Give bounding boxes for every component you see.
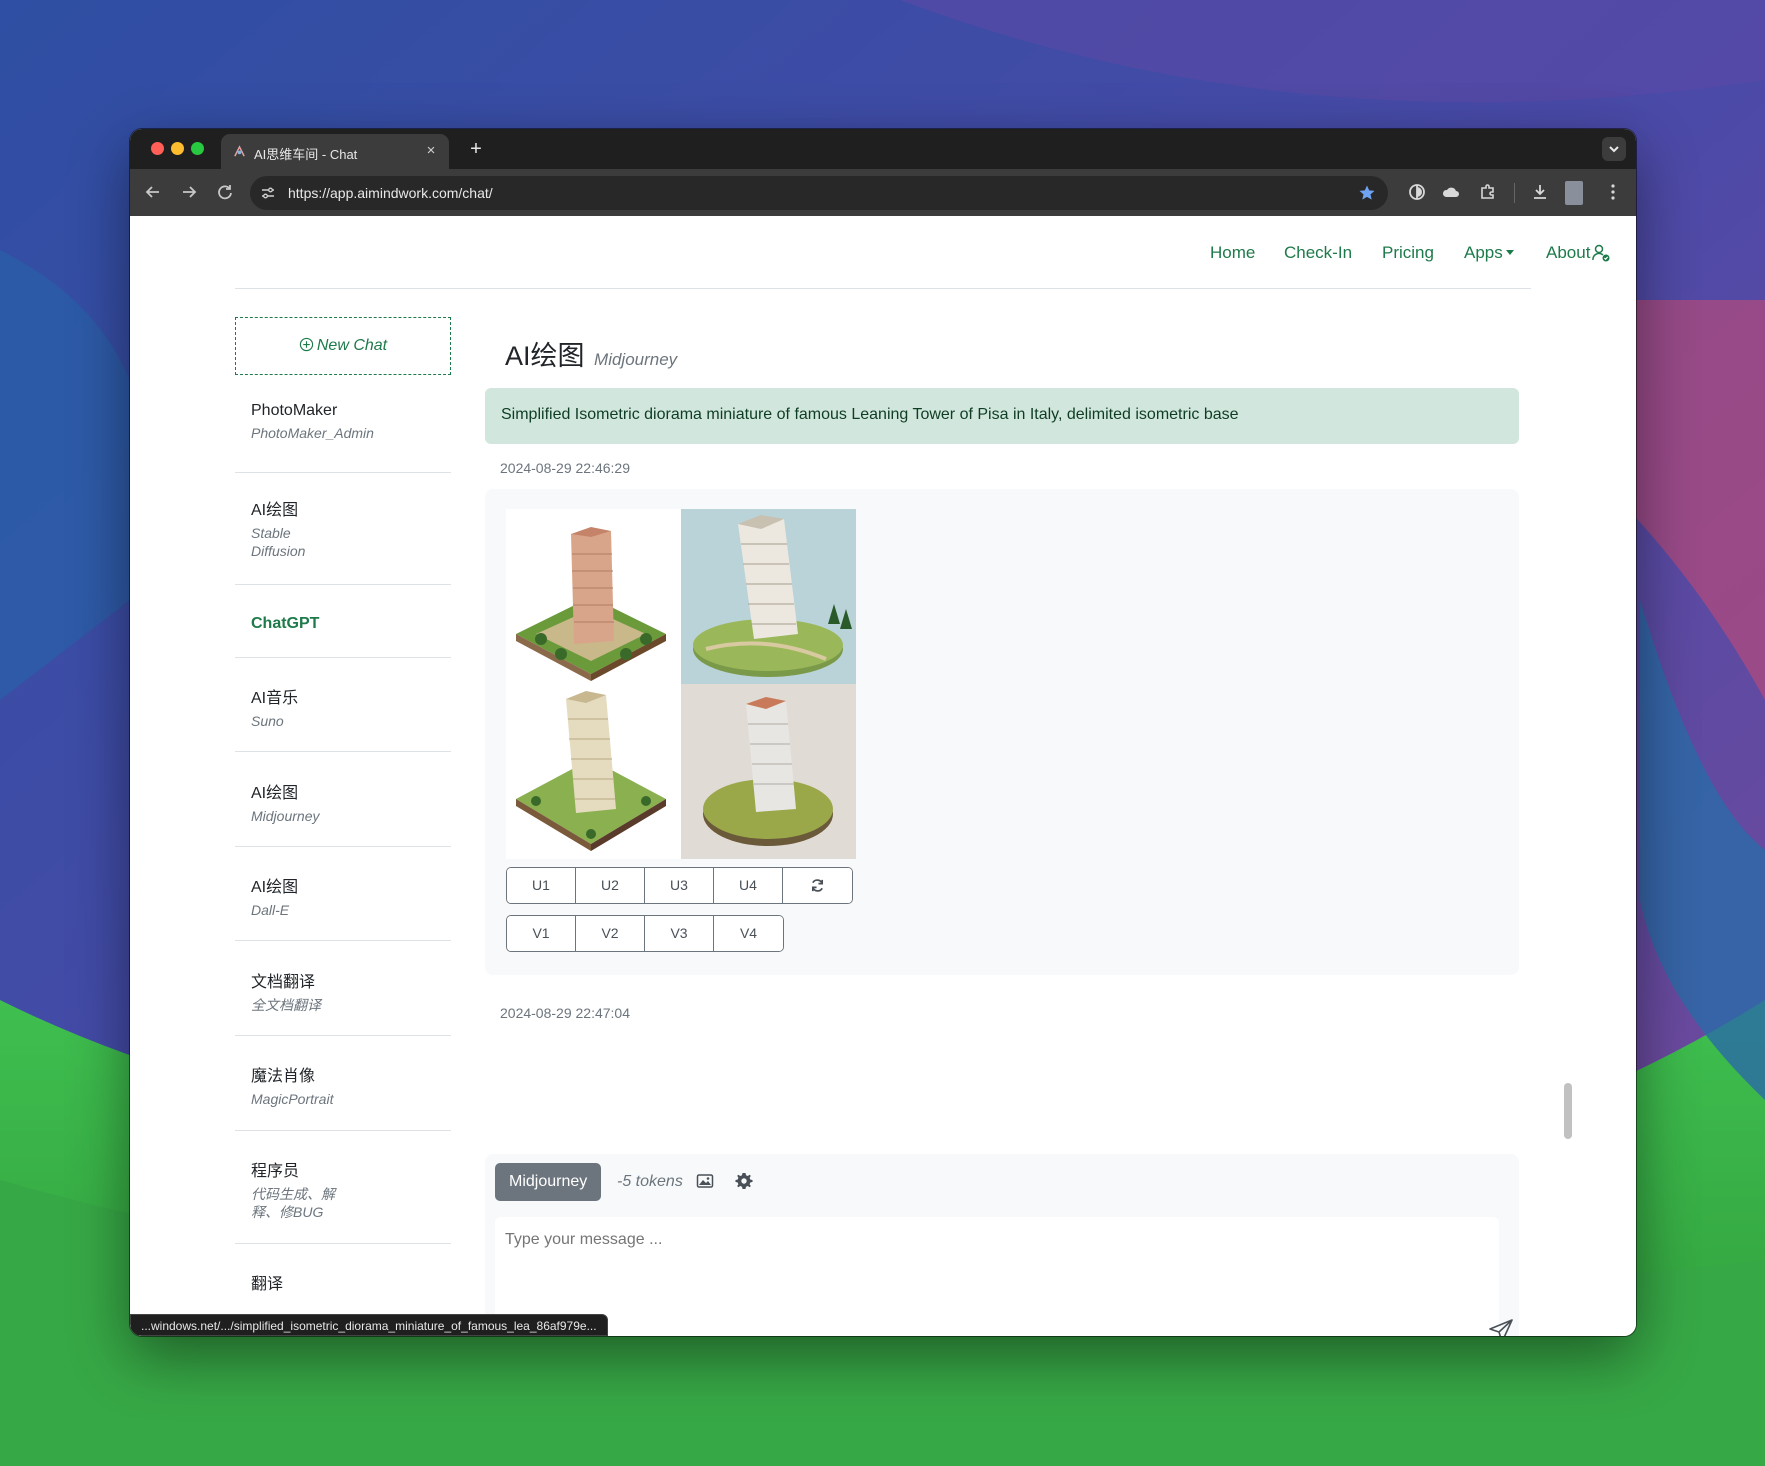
minimize-window-button[interactable] (171, 142, 184, 155)
upscale-u3-button[interactable]: U3 (645, 868, 714, 903)
sidebar-item-stable-diffusion[interactable]: AI绘图 Stable Diffusion (235, 496, 451, 585)
message-input[interactable] (495, 1217, 1499, 1336)
caret-down-icon (1505, 250, 1514, 255)
sidebar-item-subtitle: 代码生成、解释、修BUG (251, 1186, 335, 1220)
send-paper-plane-icon[interactable] (1487, 1317, 1515, 1336)
bookmark-star-icon[interactable] (1358, 184, 1376, 202)
site-settings-icon[interactable] (260, 185, 276, 201)
download-icon[interactable] (1530, 182, 1550, 202)
tab-title: AI思维车间 - Chat (254, 147, 358, 162)
maximize-window-button[interactable] (191, 142, 204, 155)
browser-toolbar: https://app.aimindwork.com/chat/ (130, 169, 1636, 216)
sidebar-item-title: 魔法肖像 (251, 1068, 316, 1085)
new-chat-label: New Chat (316, 337, 388, 354)
user-check-icon[interactable] (1591, 243, 1611, 263)
profile-avatar[interactable] (1565, 181, 1583, 205)
variation-v2-button[interactable]: V2 (576, 916, 645, 951)
nav-apps-dropdown[interactable]: Apps (1464, 243, 1514, 263)
sidebar-item-title: AI绘图 (251, 879, 299, 896)
page-subtitle: Midjourney (594, 350, 678, 369)
sidebar-item-dalle[interactable]: AI绘图 Dall-E (235, 873, 451, 941)
web-page: Home Check-In Pricing Apps About New Cha… (130, 216, 1636, 1336)
forward-arrow-icon[interactable] (178, 181, 200, 203)
back-arrow-icon[interactable] (142, 181, 164, 203)
bot-message-timestamp: 2024-08-29 22:47:04 (500, 1005, 630, 1021)
nav-apps-label: Apps (1464, 243, 1503, 262)
sidebar-item-subtitle: Dall-E (251, 902, 290, 918)
variation-v3-button[interactable]: V3 (645, 916, 714, 951)
variation-v4-button[interactable]: V4 (714, 916, 783, 951)
sidebar-item-subtitle: 全文档翻译 (251, 997, 321, 1013)
site-favicon-icon (234, 145, 245, 157)
chevron-down-icon (1609, 146, 1619, 153)
top-navbar: Home Check-In Pricing Apps About (235, 216, 1610, 289)
sidebar-item-title: PhotoMaker (251, 402, 338, 419)
nav-home-link[interactable]: Home (1210, 243, 1255, 263)
sidebar-item-subtitle: MagicPortrait (251, 1091, 334, 1107)
extensions-puzzle-icon[interactable] (1478, 182, 1498, 202)
sidebar-item-title: 文档翻译 (251, 974, 316, 991)
plus-circle-icon (299, 337, 314, 352)
sidebar-item-subtitle: Suno (251, 713, 284, 729)
nav-about-link[interactable]: About (1546, 243, 1590, 263)
sidebar-item-title: AI绘图 (251, 502, 299, 519)
reroll-button[interactable] (783, 868, 852, 903)
tab-close-icon[interactable]: × (421, 141, 441, 161)
browser-window: AI思维车间 - Chat × + https://app.aimindwork… (130, 129, 1636, 1336)
refresh-icon (811, 879, 824, 892)
sidebar-item-programmer[interactable]: 程序员 代码生成、解释、修BUG (235, 1157, 451, 1244)
token-cost-label: -5 tokens (617, 1173, 683, 1190)
chat-main: AI绘图 Midjourney Simplified Isometric dio… (485, 317, 1572, 1336)
sidebar-item-midjourney[interactable]: AI绘图 Midjourney (235, 779, 451, 847)
user-message-bubble: Simplified Isometric diorama miniature o… (485, 388, 1519, 444)
user-message-timestamp: 2024-08-29 22:46:29 (500, 460, 630, 476)
bot-message-bubble: U1 U2 U3 U4 V1 V2 V3 V4 (485, 489, 1519, 975)
upscale-button-group: U1 U2 U3 U4 (506, 867, 853, 904)
toolbar-divider (1514, 183, 1515, 203)
nav-pricing-link[interactable]: Pricing (1382, 243, 1434, 263)
sidebar-item-chatgpt[interactable]: ChatGPT (235, 615, 451, 658)
url-text: https://app.aimindwork.com/chat/ (288, 185, 493, 201)
upscale-u4-button[interactable]: U4 (714, 868, 783, 903)
nav-checkin-link[interactable]: Check-In (1284, 243, 1352, 263)
sidebar-item-title: 程序员 (251, 1163, 300, 1180)
sidebar-item-suno[interactable]: AI音乐 Suno (235, 684, 451, 752)
extension-translate-icon[interactable] (1407, 182, 1427, 202)
model-select-button[interactable]: Midjourney (495, 1163, 602, 1201)
page-title: AI绘图 Midjourney (505, 334, 677, 373)
tab-search-button[interactable] (1602, 137, 1626, 161)
link-status-bar: ...windows.net/.../simplified_isometric_… (130, 1314, 608, 1336)
chat-scrollbar-thumb[interactable] (1564, 1083, 1572, 1139)
sidebar-item-title: ChatGPT (251, 615, 320, 632)
sidebar-item-photomaker[interactable]: PhotoMaker PhotoMaker_Admin (235, 402, 451, 473)
new-tab-button[interactable]: + (464, 137, 488, 161)
sidebar-item-title: AI绘图 (251, 785, 299, 802)
sidebar-item-title: 翻译 (251, 1276, 284, 1293)
browser-titlebar: AI思维车间 - Chat × + (130, 129, 1636, 169)
sidebar-item-magic-portrait[interactable]: 魔法肖像 MagicPortrait (235, 1062, 451, 1131)
variation-v1-button[interactable]: V1 (507, 916, 576, 951)
sidebar-item-subtitle: Stable Diffusion (251, 525, 306, 559)
sidebar-item-subtitle: Midjourney (251, 808, 320, 824)
sidebar-item-title: AI音乐 (251, 690, 299, 707)
extension-cloud-icon[interactable] (1441, 182, 1461, 202)
image-upload-icon[interactable] (696, 1172, 714, 1190)
upscale-u1-button[interactable]: U1 (507, 868, 576, 903)
more-menu-icon[interactable] (1603, 182, 1623, 202)
chat-sidebar: New Chat PhotoMaker PhotoMaker_Admin AI绘… (235, 317, 451, 1336)
browser-tab-active[interactable]: AI思维车间 - Chat × (221, 134, 449, 169)
variation-button-group: V1 V2 V3 V4 (506, 915, 784, 952)
new-chat-button[interactable]: New Chat (235, 317, 451, 375)
address-bar[interactable]: https://app.aimindwork.com/chat/ (250, 176, 1388, 210)
reload-icon[interactable] (214, 181, 236, 203)
page-title-text: AI绘图 (505, 341, 585, 371)
sidebar-item-doc-translate[interactable]: 文档翻译 全文档翻译 (235, 968, 451, 1036)
sidebar-item-subtitle: PhotoMaker_Admin (251, 425, 374, 441)
generated-image-grid[interactable] (506, 509, 856, 859)
message-composer: Midjourney -5 tokens (485, 1154, 1519, 1336)
close-window-button[interactable] (151, 142, 164, 155)
upscale-u2-button[interactable]: U2 (576, 868, 645, 903)
settings-gear-icon[interactable] (735, 1172, 753, 1190)
